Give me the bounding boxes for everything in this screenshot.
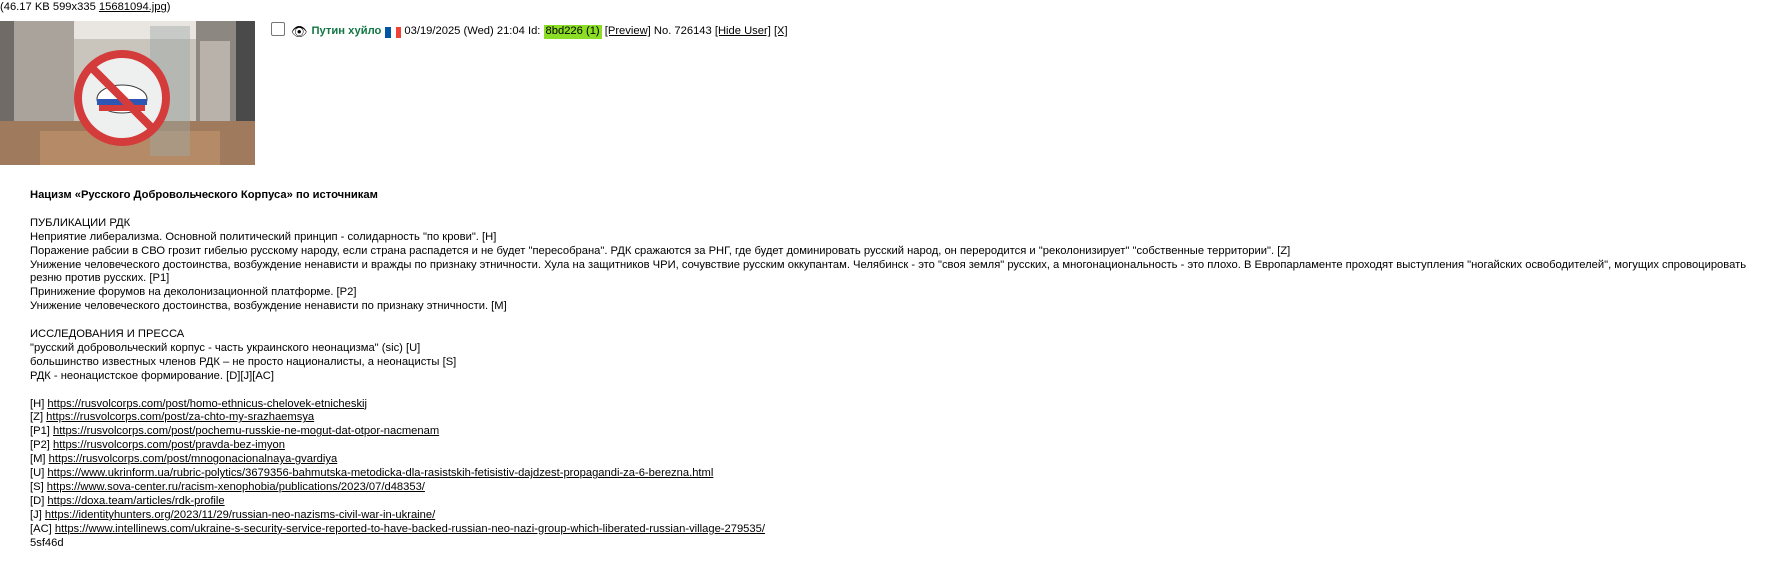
reference-tag: [P2]	[30, 439, 54, 452]
section-heading-research: ИССЛЕДОВАНИЯ И ПРЕССА	[30, 328, 185, 341]
post-header: 👁 Путин хуйло 03/19/2025 (Wed) 21:04 Id:…	[271, 22, 788, 39]
reference-tag: [H]	[30, 397, 48, 410]
reference-item: [J] https://identityhunters.org/2023/11/…	[30, 509, 1780, 523]
body-line: Поражение рабсии в СВО грозит гибелью ру…	[30, 244, 1291, 257]
close-post-link[interactable]: [X]	[774, 25, 788, 39]
body-line: Унижение человеческого достоинства, возб…	[30, 300, 507, 313]
section-heading-publications: ПУБЛИКАЦИИ РДК	[30, 216, 131, 229]
file-meta: (46.17 KB 599x335	[0, 1, 99, 13]
reference-item: [D] https://doxa.team/articles/rdk-profi…	[30, 495, 1780, 509]
reference-tag: [D]	[30, 494, 48, 507]
reference-link[interactable]: https://rusvolcorps.com/post/pochemu-rus…	[53, 425, 439, 437]
file-meta-close: )	[166, 1, 171, 13]
reference-tag: [S]	[30, 480, 47, 493]
reference-item: [AC] https://www.intellinews.com/ukraine…	[30, 523, 1780, 537]
body-line: Неприятие либерализма. Основной политиче…	[30, 230, 497, 243]
reference-link[interactable]: https://rusvolcorps.com/post/mnogonacion…	[49, 453, 338, 465]
poster-name: Путин хуйло	[311, 25, 382, 38]
reference-item: [S] https://www.sova-center.ru/racism-xe…	[30, 481, 1780, 495]
country-flag-icon	[385, 26, 402, 38]
post-image-thumbnail[interactable]	[0, 21, 255, 165]
body-line: Принижение форумов на деколонизационной …	[30, 286, 357, 299]
id-label: Id:	[527, 25, 541, 38]
reference-tag: [M]	[30, 453, 49, 466]
reference-tag: [Z]	[30, 411, 47, 424]
reference-item: [H] https://rusvolcorps.com/post/homo-et…	[30, 398, 1780, 412]
reference-link[interactable]: https://doxa.team/articles/rdk-profile	[47, 495, 224, 507]
reference-link[interactable]: https://www.ukrinform.ua/rubric-polytics…	[47, 467, 713, 479]
footer-code: 5sf46d	[30, 536, 64, 549]
post-number[interactable]: No. 726143	[654, 25, 712, 39]
eye-icon[interactable]: 👁	[291, 25, 308, 39]
reference-link[interactable]: https://rusvolcorps.com/post/za-chto-my-…	[46, 411, 314, 423]
reference-item: [P2] https://rusvolcorps.com/post/pravda…	[30, 439, 1780, 453]
reference-link[interactable]: https://www.sova-center.ru/racism-xenoph…	[47, 481, 425, 493]
reference-item: [Z] https://rusvolcorps.com/post/za-chto…	[30, 411, 1780, 425]
reference-tag: [J]	[30, 508, 45, 521]
reference-link[interactable]: https://identityhunters.org/2023/11/29/r…	[45, 509, 435, 521]
file-info: (46.17 KB 599x335 15681094.jpg)	[0, 1, 170, 15]
reference-tag: [AC]	[30, 522, 55, 535]
reference-tag: [P1]	[30, 425, 54, 438]
post-title: Нацизм «Русского Добровольческого Корпус…	[30, 189, 378, 201]
reference-item: [M] https://rusvolcorps.com/post/mnogona…	[30, 453, 1780, 467]
reference-link[interactable]: https://rusvolcorps.com/post/pravda-bez-…	[53, 439, 285, 451]
reference-link[interactable]: https://www.intellinews.com/ukraine-s-se…	[55, 523, 765, 535]
reference-item: [U] https://www.ukrinform.ua/rubric-poly…	[30, 467, 1780, 481]
post-select-checkbox[interactable]	[271, 22, 285, 36]
hide-user-link[interactable]: [Hide User]	[715, 25, 771, 39]
body-line: большинство известных членов РДК – не пр…	[30, 355, 457, 368]
reference-tag: [U]	[30, 467, 48, 480]
body-line: Унижение человеческого достоинства, возб…	[30, 258, 1747, 285]
body-line: "русский добровольческий корпус - часть …	[30, 341, 421, 354]
reference-link[interactable]: https://rusvolcorps.com/post/homo-ethnic…	[47, 398, 367, 410]
preview-link[interactable]: [Preview]	[605, 25, 651, 39]
file-link[interactable]: 15681094.jpg	[99, 1, 167, 13]
body-line: РДК - неонацистское формирование. [D][J]…	[30, 369, 274, 382]
post-datetime: 03/19/2025 (Wed) 21:04	[404, 25, 525, 38]
poster-id-badge[interactable]: 8bd226 (1)	[543, 25, 602, 39]
post-body: Нацизм «Русского Добровольческого Корпус…	[30, 189, 1780, 551]
reference-item: [P1] https://rusvolcorps.com/post/pochem…	[30, 425, 1780, 439]
